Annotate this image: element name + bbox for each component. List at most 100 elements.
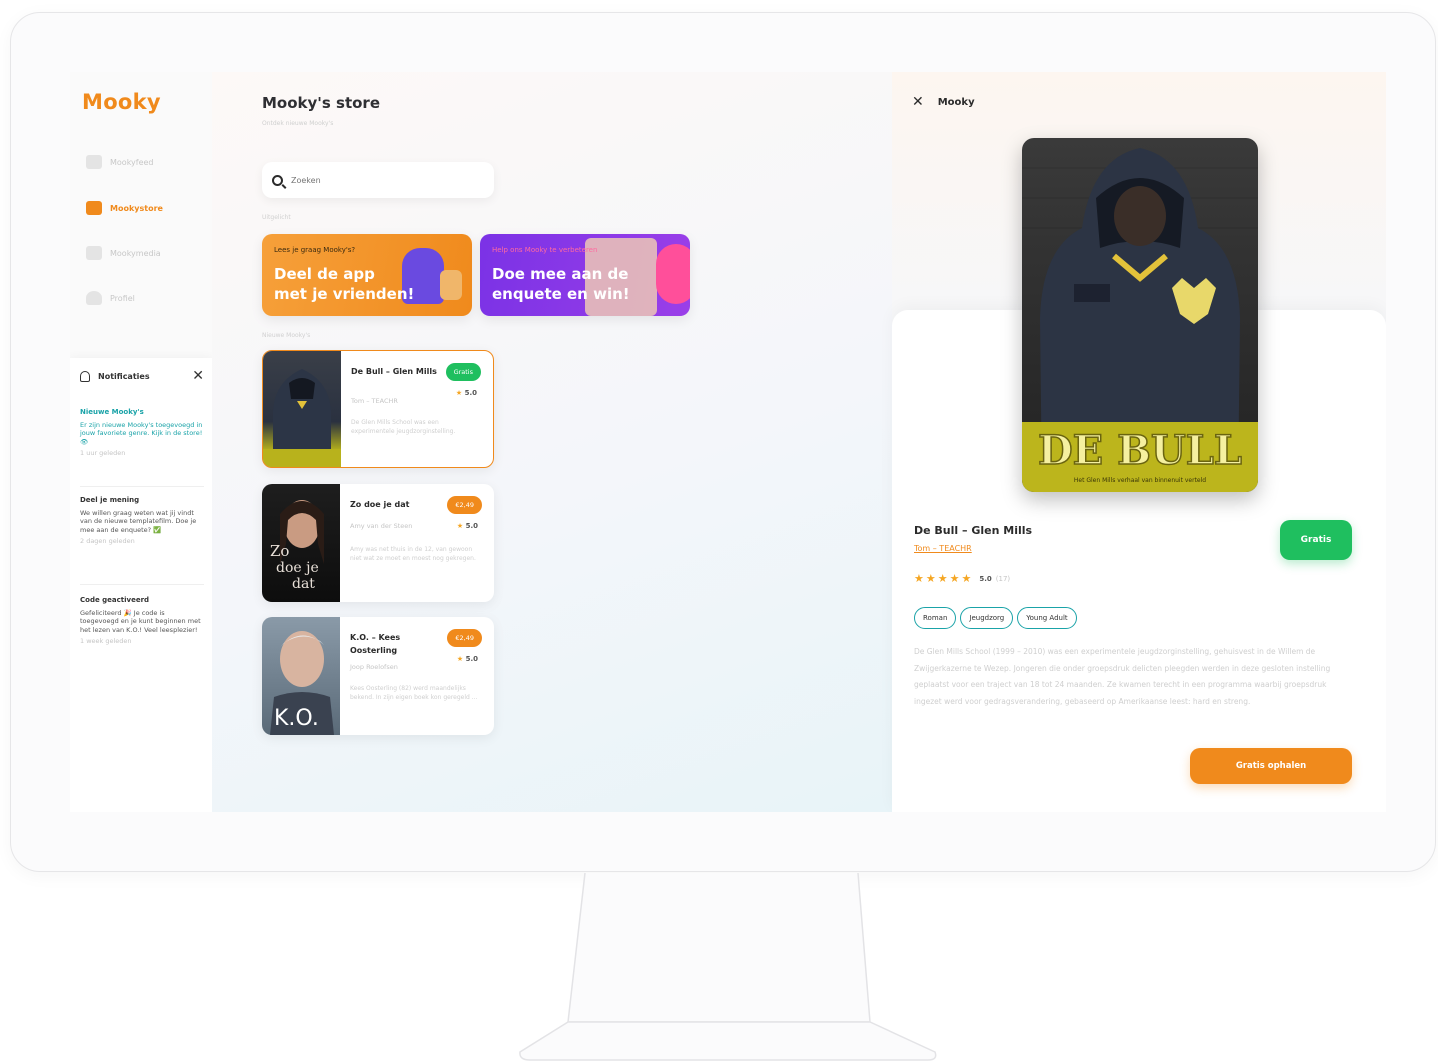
detail-description: De Glen Mills School (1999 – 2010) was e… [914,647,1331,706]
divider [80,486,204,487]
book-description: Amy was net thuis in de 12, van gewoon n… [350,546,476,562]
book-author: Amy van der Steen [350,522,413,530]
rating-count: (17) [995,574,1011,583]
price-badge: €2,49 [447,496,482,514]
sidebar-item-mookyfeed[interactable]: Mookyfeed [86,151,154,173]
screen: Mooky Mookyfeed Mookystore Mookymedia Pr… [70,72,1386,812]
sidebar-item-label: Mookystore [110,203,163,213]
store-main: Mooky's store Ontdek nieuwe Mooky's Uitg… [212,72,892,812]
genre-tag[interactable]: Young Adult [1017,607,1077,629]
notification-time: 1 week geleden [80,637,132,645]
banner-subtitle: Help ons Mooky te verbeteren [492,246,598,254]
scene: Mooky Mookyfeed Mookystore Mookymedia Pr… [0,0,1438,1061]
banner-title-line: enquete en win! [492,285,630,303]
notification-item[interactable]: Nieuwe Mooky's Er zijn nieuwe Mooky's to… [80,408,204,458]
divider [80,584,204,585]
rating-value: 5.0 [464,389,477,397]
notification-title: Code geactiveerd [80,596,150,604]
detail-rating: ★ ★ ★ ★ ★ 5.0 (17) [914,572,1010,585]
book-card-zo-doe-je-dat[interactable]: Zo doe je dat Zo doe je dat Amy van der … [262,484,494,602]
svg-text:doe je: doe je [276,560,319,576]
star-icon: ★ [949,572,960,585]
page-subtitle: Ontdek nieuwe Mooky's [262,120,334,127]
bell-icon [80,370,90,382]
shape-illustration [656,244,690,304]
detail-title: De Bull – Glen Mills [914,524,1033,537]
book-card-de-bull[interactable]: De Bull – Glen Mills Tom – TEACHR De Gle… [262,350,494,468]
book-cover: Zo doe je dat [262,484,340,602]
notification-time: 2 dagen geleden [80,537,135,545]
banner-title-line: Deel de app [274,265,375,283]
survey-banner[interactable]: Help ons Mooky te verbeteren Doe mee aan… [480,234,690,316]
book-title: De Bull – Glen Mills [351,367,437,376]
book-description: De Glen Mills School was een experimente… [351,419,456,435]
notification-time: 1 uur geleden [80,449,126,457]
price-button[interactable]: Gratis [1280,520,1352,560]
store-icon [86,201,102,215]
book-rating: ★ 5.0 [457,522,478,530]
notification-title: Nieuwe Mooky's [80,408,144,416]
banner-title: Doe mee aan de enquete en win! [492,264,630,304]
svg-text:Zo: Zo [270,542,289,560]
star-icon: ★ [925,572,936,585]
notification-item[interactable]: Code geactiveerd Gefeliciteerd 🎉 Je code… [80,596,204,646]
hooded-figure-illustration [263,369,341,467]
close-icon[interactable]: ✕ [192,368,204,384]
cover-title: DE BULL [1038,427,1242,474]
notifications-title: Notificaties [98,371,150,381]
svg-text:K.O.: K.O. [274,706,319,731]
star-icon: ★ [455,389,463,397]
book-title: Zo doe je dat [350,500,410,509]
app-logo[interactable]: Mooky [82,90,161,114]
price-badge: Gratis [445,363,481,381]
genre-tags: Roman Jeugdzorg Young Adult [914,607,1077,629]
sidebar-item-profiel[interactable]: Profiel [86,287,135,309]
book-card-ko[interactable]: K.O. K.O. – Kees Oosterling Joop Roelofs… [262,617,494,735]
svg-text:dat: dat [292,576,315,592]
star-icon: ★ [914,572,924,585]
page-title: Mooky's store [262,94,381,112]
notification-body: Er zijn nieuwe Mooky's toegevoegd in jou… [80,420,203,446]
rating-value: 5.0 [465,655,478,663]
banner-title: Deel de app met je vrienden! [274,264,414,304]
feed-icon [86,155,102,169]
sidebar-item-label: Mookymedia [110,248,161,258]
detail-author-link[interactable]: Tom – TEACHR [914,544,972,553]
profile-icon [86,291,102,305]
genre-tag[interactable]: Roman [914,607,957,629]
genre-tag[interactable]: Jeugdzorg [960,607,1014,629]
detail-header: ✕ Mooky [912,94,975,110]
book-cover [263,351,341,467]
banner-title-line: met je vrienden! [274,285,415,303]
book-description: Kees Oosterling (82) werd maandelijks be… [350,685,478,701]
get-free-button[interactable]: Gratis ophalen [1190,748,1352,784]
book-author: Tom – TEACHR [351,397,398,405]
book-rating: ★ 5.0 [457,655,478,663]
cover-subtitle: Het Glen Mills verhaal van binnenuit ver… [1074,477,1206,484]
banner-subtitle: Lees je graag Mooky's? [274,246,356,254]
sidebar-item-label: Profiel [110,293,135,303]
sidebar-item-mookystore[interactable]: Mookystore [86,197,163,219]
section-label-nieuwe: Nieuwe Mooky's [262,332,311,339]
banner-title-line: Doe mee aan de [492,265,629,283]
search-icon [272,174,283,186]
notification-title: Deel je mening [80,496,140,504]
close-icon[interactable]: ✕ [912,94,924,110]
search-input[interactable] [291,175,471,185]
sidebar: Mooky Mookyfeed Mookystore Mookymedia Pr… [70,72,212,812]
notifications-panel: Notificaties ✕ Nieuwe Mooky's Er zijn ni… [70,358,212,812]
price-badge: €2,49 [447,629,482,647]
search-bar[interactable] [262,162,494,198]
rating-value: 5.0 [465,522,478,530]
star-icon: ★ [456,522,464,530]
portrait-illustration: K.O. [270,631,334,735]
notification-body: Gefeliciteerd 🎉 Je code is toegevoegd en… [80,608,201,634]
media-icon [86,246,102,260]
notification-item[interactable]: Deel je mening We willen graag weten wat… [80,496,204,546]
portrait-illustration: Zo doe je dat [270,500,324,592]
detail-header-title: Mooky [937,96,975,108]
book-title: K.O. – Kees Oosterling [350,633,401,655]
book-cover: K.O. [262,617,340,735]
sidebar-item-mookymedia[interactable]: Mookymedia [86,242,161,264]
share-app-banner[interactable]: Lees je graag Mooky's? Deel de app met j… [262,234,472,316]
